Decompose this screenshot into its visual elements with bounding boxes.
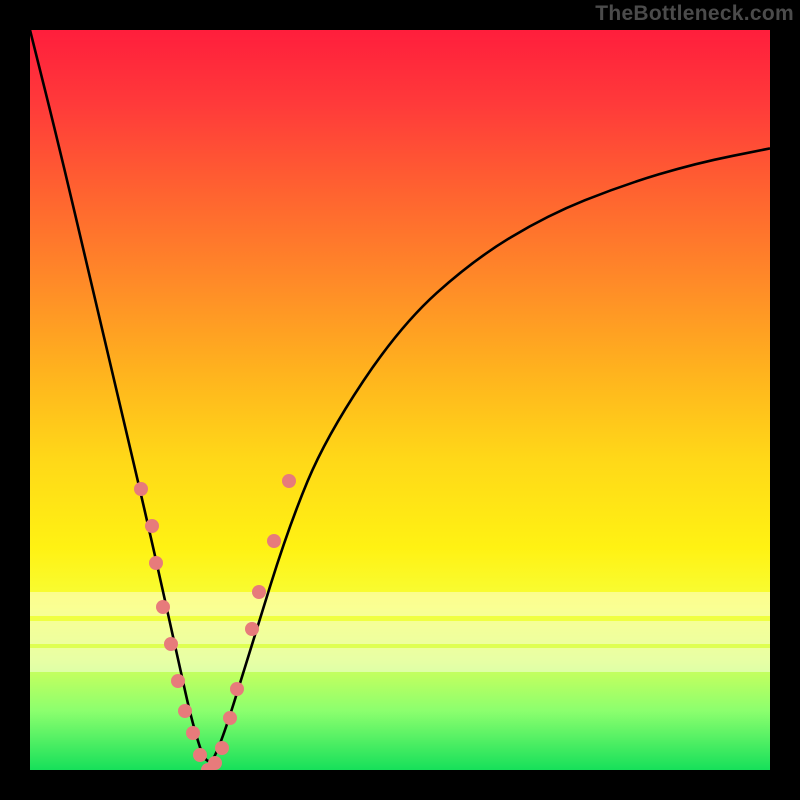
data-dot [145, 519, 159, 533]
data-dot [245, 622, 259, 636]
data-dot [282, 474, 296, 488]
data-dot [149, 556, 163, 570]
data-dot [223, 711, 237, 725]
bottleneck-curve [30, 30, 770, 770]
data-dot [193, 748, 207, 762]
data-dot [230, 682, 244, 696]
watermark: TheBottleneck.com [595, 2, 794, 26]
data-dot [178, 704, 192, 718]
data-dot [164, 637, 178, 651]
data-dot [134, 482, 148, 496]
chart-root: TheBottleneck.com [0, 0, 800, 800]
data-dot [252, 585, 266, 599]
data-dot [156, 600, 170, 614]
data-dot [186, 726, 200, 740]
data-dot [208, 756, 222, 770]
data-dot [171, 674, 185, 688]
data-dot [267, 534, 281, 548]
data-dot [215, 741, 229, 755]
plot-area [30, 30, 770, 770]
